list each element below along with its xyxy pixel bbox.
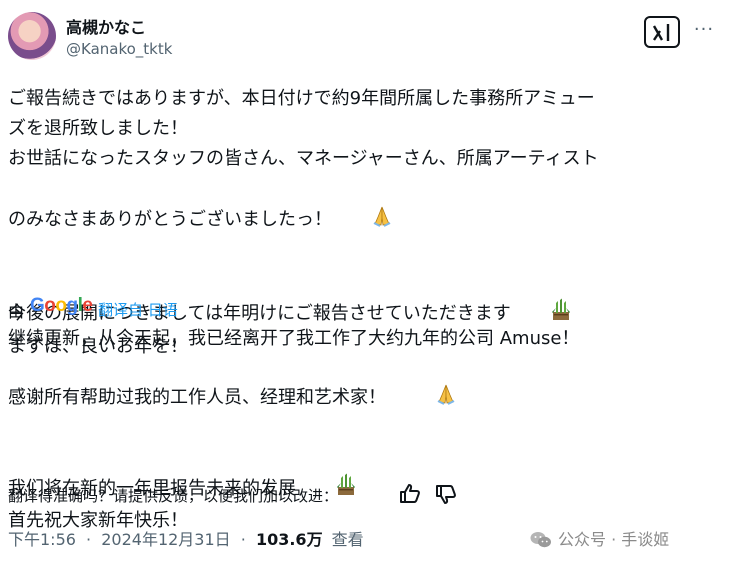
thumbs-up-icon <box>400 484 420 503</box>
avatar[interactable] <box>8 12 56 60</box>
google-logo: Google <box>30 295 93 316</box>
watermark-text: 公众号 · 手谈姬 <box>558 530 670 549</box>
wechat-icon <box>530 532 551 548</box>
meta-separator: · <box>86 530 92 549</box>
thumbs-up-button[interactable] <box>398 482 424 506</box>
kadomatsu-emoji <box>515 268 573 332</box>
tweet-line: ご報告続きではありますが、本日付けで約9年間所属した事務所アミュー <box>8 88 595 109</box>
folded-hands-emoji <box>400 353 458 415</box>
feedback-question: 翻译得准确吗？请提供反馈，以便我们加以改进： <box>8 487 339 505</box>
tweet-line: ズを退所致しました！ <box>8 118 188 139</box>
grok-button[interactable] <box>644 16 680 48</box>
more-options-button[interactable]: ··· <box>688 18 720 46</box>
tweet-meta: 下午1:56 · 2024年12月31日 · 103.6万 查看 <box>8 526 364 552</box>
thumbs-down-icon <box>436 485 456 504</box>
translation-feedback: 翻译得准确吗？请提供反馈，以便我们加以改进： <box>8 482 720 508</box>
user-display-name[interactable]: 高槻かなこ <box>66 14 146 38</box>
translation-line: 感谢所有帮助过我的工作人员、经理和艺术家！ <box>8 353 720 415</box>
meta-separator: · <box>240 530 246 549</box>
user-handle[interactable]: @Kanako_tktk <box>66 40 172 58</box>
tweet-line: お世話になったスタッフの皆さん、マネージャーさん、所属アーティスト <box>8 148 599 169</box>
tweet-time[interactable]: 下午1:56 <box>8 526 76 550</box>
folded-hands-emoji <box>336 174 394 238</box>
watermark: 公众号 · 手谈姬 <box>530 526 669 550</box>
views-label: 查看 <box>331 530 364 549</box>
grok-icon <box>652 24 670 41</box>
tweet-date[interactable]: 2024年12月31日 <box>101 526 230 550</box>
tweet-line: のみなさまありがとうございましたっ！ <box>8 174 720 238</box>
translated-from-link[interactable]: 翻译自 日语 <box>98 299 178 320</box>
thumbs-down-button[interactable] <box>434 482 460 506</box>
translated-by-label: 由 <box>8 302 25 321</box>
translation-line: 继续更新，从今天起，我已经离开了我工作了大约九年的公司 Amuse！ <box>8 328 580 349</box>
views-count[interactable]: 103.6万 <box>256 526 323 550</box>
tweet-original-text: ご報告続きではありますが、本日付けで約9年間所属した事務所アミュー ズを退所致し… <box>8 84 720 362</box>
